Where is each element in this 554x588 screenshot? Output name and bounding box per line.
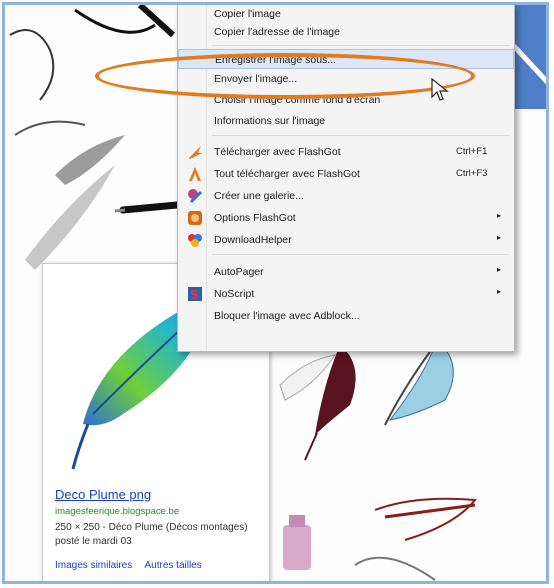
menu-item-autopager[interactable]: AutoPager ▸ [178, 262, 514, 282]
other-sizes-link[interactable]: Autres tailles [144, 560, 201, 571]
result-title-link[interactable]: Deco Plume png [55, 487, 151, 502]
result-description: 250 × 250 - Déco Plume (Décos montages) … [55, 522, 248, 547]
menu-item-label: DownloadHelper [214, 234, 292, 246]
submenu-arrow-icon: ▸ [497, 287, 502, 296]
result-links: Images similaires Autres tailles [55, 560, 212, 571]
menu-item-flashgot-options[interactable]: Options FlashGot ▸ [178, 208, 514, 228]
menu-item-image-info[interactable]: Informations sur l'image [178, 111, 514, 131]
flashgot-options-icon [188, 211, 202, 225]
menu-item-label: Bloquer l'image avec Adblock... [214, 310, 360, 322]
submenu-arrow-icon: ▸ [497, 233, 502, 242]
flashgot-all-icon [189, 167, 201, 181]
flashgot-icon [189, 146, 202, 159]
menu-separator [212, 254, 510, 255]
menu-item-label: Créer une galerie... [214, 190, 304, 202]
svg-text:S: S [190, 288, 199, 302]
menu-item-label: AutoPager [214, 266, 264, 278]
menu-item-label: Options FlashGot [214, 212, 296, 224]
similar-images-link[interactable]: Images similaires [55, 560, 132, 571]
menu-item-create-gallery[interactable]: Créer une galerie... [178, 186, 514, 206]
highlight-ellipse [95, 53, 475, 99]
menu-item-downloadhelper[interactable]: DownloadHelper ▸ [178, 230, 514, 250]
menu-item-shortcut: Ctrl+F3 [456, 168, 488, 179]
downloadhelper-icon [188, 234, 202, 247]
menu-item-adblock-block-image[interactable]: Bloquer l'image avec Adblock... [178, 306, 514, 326]
gallery-icon [188, 189, 203, 204]
menu-item-label: Copier l'image [214, 8, 281, 20]
menu-item-label: Informations sur l'image [214, 115, 326, 127]
cursor-arrow-icon [431, 78, 449, 101]
submenu-arrow-icon: ▸ [497, 211, 502, 220]
menu-item-flashgot-download-all[interactable]: Tout télécharger avec FlashGot Ctrl+F3 [178, 164, 514, 184]
menu-separator [212, 45, 510, 46]
menu-item-label: Télécharger avec FlashGot [214, 146, 341, 158]
submenu-arrow-icon: ▸ [497, 265, 502, 274]
menu-separator [212, 135, 510, 136]
menu-item-label: Copier l'adresse de l'image [214, 26, 340, 38]
menu-item-shortcut: Ctrl+F1 [456, 146, 488, 157]
screenshot-frame: Deco Plume png imagesfeerique.blogspace.… [2, 2, 549, 584]
menu-item-label: Tout télécharger avec FlashGot [214, 168, 360, 180]
menu-item-noscript[interactable]: S NoScript ▸ [178, 284, 514, 304]
noscript-icon: S [188, 287, 202, 302]
result-source-url[interactable]: imagesfeerique.blogspace.be [55, 506, 179, 517]
menu-item-flashgot-download[interactable]: Télécharger avec FlashGot Ctrl+F1 [178, 142, 514, 162]
menu-item-copy-image-address[interactable]: Copier l'adresse de l'image [178, 22, 514, 42]
menu-item-copy-image[interactable]: Copier l'image [178, 5, 514, 24]
menu-item-label: NoScript [214, 288, 255, 300]
